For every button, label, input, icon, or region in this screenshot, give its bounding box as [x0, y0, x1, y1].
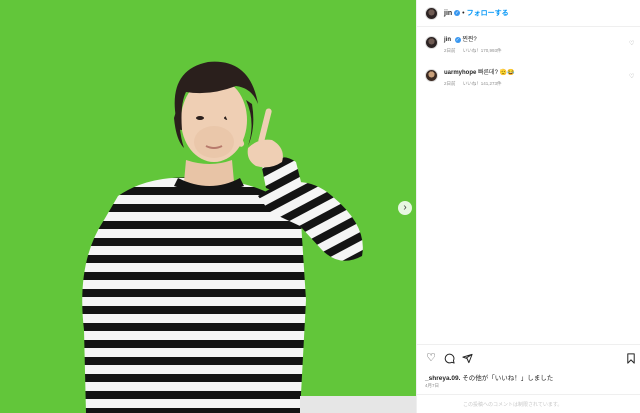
heart-icon[interactable]: ♡: [629, 40, 634, 47]
comment-icon[interactable]: [443, 352, 455, 364]
comment-item: jin ✓ 찐찐? 2日前 いいね！170,993件: [425, 36, 508, 54]
comment-time[interactable]: 2日前: [444, 48, 456, 53]
author-username[interactable]: jin: [444, 10, 452, 17]
comment-likes[interactable]: いいね！141,273件: [463, 81, 502, 86]
liked-by-user[interactable]: _shreya.09.: [425, 375, 460, 382]
share-icon-svg: [461, 353, 473, 363]
follow-button[interactable]: フォローする: [467, 8, 509, 18]
actions-divider: [417, 344, 640, 345]
comment-meta: 2日前 いいね！141,273件: [444, 81, 515, 87]
comment-icon-svg: [444, 353, 455, 364]
action-bar: ♡: [425, 352, 637, 364]
share-icon[interactable]: [461, 352, 473, 364]
comments-limited-notice: この投稿へのコメントは制限されています。: [463, 402, 563, 408]
avatar[interactable]: [425, 69, 438, 82]
bookmark-icon-svg: [627, 352, 635, 364]
bookmark-icon[interactable]: [625, 352, 637, 364]
comment-username[interactable]: uarmyhope: [444, 70, 476, 76]
avatar[interactable]: [425, 36, 438, 49]
footer-divider: [417, 394, 640, 395]
post-header: jin ✓ • フォローする: [417, 0, 640, 26]
post-sidebar: jin ✓ • フォローする jin ✓ 찐찐? 2日前 いいね！170,993…: [416, 0, 640, 413]
comment-text: uarmyhope 빠른데? 🫡😂: [444, 69, 515, 77]
post-photo[interactable]: ›: [0, 0, 416, 413]
liked-by-others[interactable]: その他が「いいね！」しました: [462, 375, 553, 382]
avatar[interactable]: [425, 6, 438, 20]
verified-icon: ✓: [454, 10, 461, 16]
comment-username[interactable]: jin: [444, 37, 451, 43]
heart-icon[interactable]: ♡: [425, 352, 437, 364]
liked-by: _shreya.09. その他が「いいね！」しました: [425, 372, 553, 382]
separator-dot: •: [462, 9, 465, 17]
verified-icon: ✓: [454, 37, 461, 43]
comment-time[interactable]: 2日前: [444, 81, 456, 86]
comment-text: jin ✓ 찐찐?: [444, 36, 508, 44]
comment-body: 빠른데? 🫡😂: [478, 70, 515, 76]
header-divider: [417, 26, 640, 27]
post-date[interactable]: 4月7日: [425, 383, 439, 389]
comment-likes[interactable]: いいね！170,993件: [463, 48, 502, 53]
comment-item: uarmyhope 빠른데? 🫡😂 2日前 いいね！141,273件: [425, 69, 515, 87]
post-image: [0, 0, 416, 413]
chevron-right-icon: ›: [403, 202, 407, 213]
comment-body: 찐찐?: [462, 37, 477, 43]
heart-icon[interactable]: ♡: [629, 73, 634, 80]
next-image-button[interactable]: ›: [398, 201, 412, 215]
comment-meta: 2日前 いいね！170,993件: [444, 48, 508, 54]
